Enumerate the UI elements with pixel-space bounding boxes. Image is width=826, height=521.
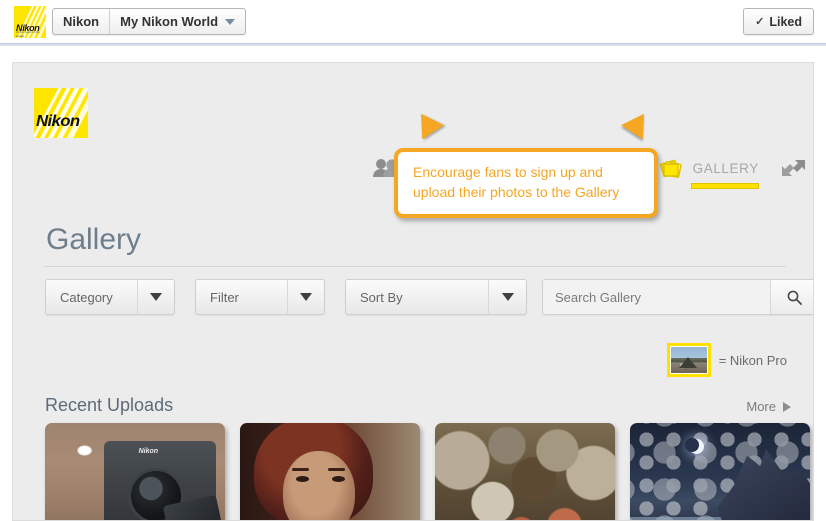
nikon-logo-wordmark: Nikon: [36, 113, 80, 130]
more-link[interactable]: More: [746, 399, 791, 414]
nav-item-gallery[interactable]: GALLERY: [659, 157, 759, 189]
recent-uploads-heading: Recent Uploads: [45, 395, 174, 415]
chevron-down-icon: [488, 280, 526, 314]
chevron-down-icon: [136, 280, 174, 314]
thumbnail-portrait-of-woman[interactable]: [240, 423, 420, 520]
thumbnail-eggs-and-shells[interactable]: [435, 423, 615, 520]
page-title: Gallery: [46, 223, 142, 256]
search-button[interactable]: [770, 280, 813, 314]
check-icon: ✓: [755, 16, 765, 28]
filter-bar: Category Filter Sort By: [45, 279, 547, 315]
filter-dropdown-label: Filter: [210, 289, 239, 305]
nikon-pro-legend-label: = Nikon Pro: [718, 352, 787, 368]
facebook-tab-group: Nikon My Nikon World: [52, 8, 247, 35]
tab-my-nikon-world-label: My Nikon World: [120, 14, 219, 29]
search-input[interactable]: [543, 280, 770, 314]
nikon-brand-logo: Nikon: [34, 88, 88, 138]
callout-text: Encourage fans to sign up and upload the…: [413, 164, 620, 200]
liked-button-label: Liked: [769, 14, 802, 29]
liked-button[interactable]: ✓ Liked: [743, 8, 814, 35]
chevron-down-icon: [286, 280, 324, 314]
more-link-label: More: [746, 399, 776, 414]
camera-brand-wordmark: Nikon: [138, 448, 159, 455]
page-root: Nikon At the heart of the image Nikon My…: [0, 0, 826, 521]
share-arrows-icon: [781, 159, 807, 178]
nikon-pro-legend: = Nikon Pro: [666, 343, 787, 377]
facebook-top-bar: Nikon At the heart of the image Nikon My…: [0, 0, 826, 46]
nikon-pro-badge-thumbnail: [666, 343, 711, 377]
header-divider: [0, 43, 826, 46]
tab-my-nikon-world[interactable]: My Nikon World: [110, 9, 245, 34]
photos-icon: [659, 157, 684, 179]
facebook-logo-tagline: At the heart of the image: [16, 30, 40, 38]
recent-uploads-grid: Nikon: [45, 423, 810, 520]
callout-box: Encourage fans to sign up and upload the…: [394, 148, 658, 218]
chevron-down-icon: [225, 18, 236, 25]
tab-nikon[interactable]: Nikon: [53, 9, 111, 34]
thumbnail-moonlit-rocky-coast[interactable]: [630, 423, 810, 520]
sort-by-dropdown-label: Sort By: [360, 289, 403, 305]
sort-by-dropdown[interactable]: Sort By: [345, 279, 527, 315]
nav-item-gallery-label: GALLERY: [692, 160, 759, 176]
title-divider: [44, 266, 786, 267]
category-dropdown-label: Category: [60, 289, 113, 305]
nav-item-share[interactable]: SHARE: [781, 159, 813, 180]
triangle-right-icon: [783, 401, 791, 412]
filter-dropdown[interactable]: Filter: [195, 279, 325, 315]
category-dropdown[interactable]: Category: [45, 279, 175, 315]
gallery-app-container: Nikon REGISTER: [12, 62, 814, 521]
gallery-search: [542, 279, 813, 315]
facebook-page-logo[interactable]: Nikon At the heart of the image: [14, 6, 46, 38]
thumbnail-man-with-nikon-camera[interactable]: Nikon: [45, 423, 225, 520]
search-icon: [787, 290, 802, 305]
nav-active-underline: [690, 183, 759, 189]
tab-nikon-label: Nikon: [63, 14, 100, 29]
